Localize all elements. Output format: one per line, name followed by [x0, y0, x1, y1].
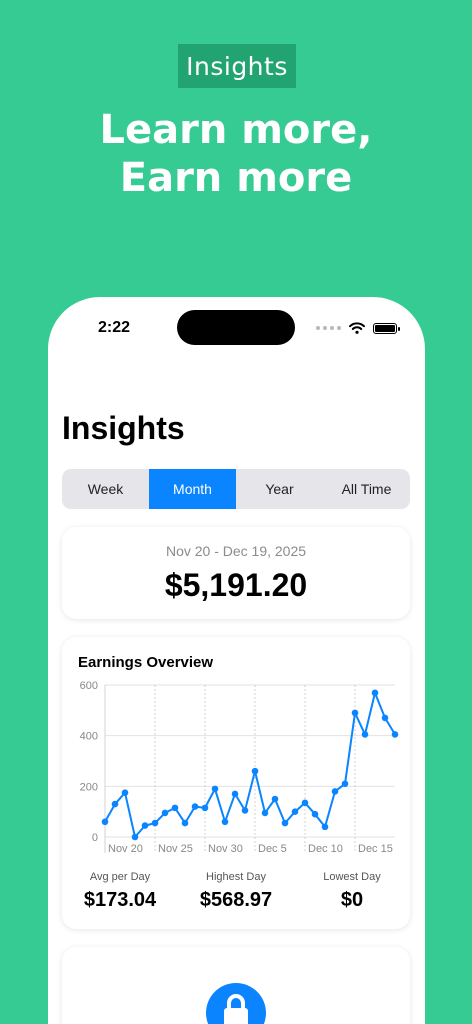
data-point [131, 833, 139, 841]
data-point [321, 823, 329, 831]
x-tick-label: Nov 30 [208, 843, 243, 855]
data-point [371, 689, 379, 697]
promo-headline: Learn more, Earn more [0, 106, 472, 202]
signal-icon [316, 326, 341, 330]
x-tick-label: Dec 5 [258, 843, 287, 855]
stat-value: $0 [340, 889, 364, 911]
data-point [291, 808, 299, 815]
data-point [341, 780, 349, 788]
data-point [251, 767, 259, 775]
data-point [121, 789, 129, 796]
data-point [311, 810, 319, 818]
y-tick-label: 0 [92, 832, 98, 844]
data-point [151, 819, 159, 827]
x-tick-label: Nov 20 [108, 843, 143, 855]
data-point [281, 819, 289, 827]
stat-value: $173.04 [83, 889, 157, 911]
wifi-icon [349, 322, 365, 334]
data-point [381, 714, 389, 722]
data-point [101, 818, 109, 826]
stat-lowest-day: Lowest Day $0 [294, 871, 410, 912]
data-point [331, 788, 339, 795]
x-tick-label: Nov 25 [158, 843, 193, 855]
x-tick-label: Dec 10 [308, 843, 343, 855]
tab-year[interactable]: Year [236, 469, 323, 509]
locked-feature-card[interactable] [62, 947, 410, 1024]
dynamic-island [177, 310, 295, 345]
data-point [351, 709, 359, 717]
headline-line-1: Learn more, [99, 107, 373, 153]
stat-label: Avg per Day [89, 871, 151, 883]
data-point [231, 790, 239, 798]
stat-highest-day: Highest Day $568.97 [178, 871, 294, 912]
stat-label: Highest Day [206, 871, 266, 883]
phone-frame: 2:22 Insights Week Month Year All Time N… [48, 297, 425, 1024]
lock-button[interactable] [206, 983, 266, 1024]
data-point [211, 785, 219, 793]
tab-week[interactable]: Week [62, 469, 149, 509]
data-point [201, 804, 209, 812]
lock-icon [224, 994, 248, 1024]
data-point [261, 809, 269, 817]
tab-month[interactable]: Month [149, 469, 236, 509]
stat-label: Lowest Day [323, 871, 381, 883]
data-point [221, 818, 229, 826]
total-earnings: $5,191.20 [164, 567, 308, 603]
earnings-series-line [104, 691, 396, 838]
status-icons [316, 321, 400, 335]
date-range: Nov 20 - Dec 19, 2025 [165, 543, 307, 559]
tab-all-time[interactable]: All Time [323, 469, 410, 509]
headline-line-2: Earn more [119, 155, 353, 201]
data-point [361, 731, 369, 738]
data-point [141, 822, 149, 829]
data-point [181, 819, 189, 827]
earnings-line-chart: 0 200 400 600 Nov 20 Nov 25 Nov 30 Dec 5 Dec 10 D… [80, 680, 399, 855]
data-point [111, 800, 119, 808]
y-tick-label: 200 [80, 781, 98, 793]
period-segmented-control: Week Month Year All Time [62, 469, 410, 509]
data-point [191, 803, 199, 810]
x-tick-label: Dec 15 [358, 843, 393, 855]
stats-row: Avg per Day $173.04 Highest Day $568.97 … [62, 871, 410, 912]
y-tick-label: 400 [80, 731, 98, 743]
stat-avg-per-day: Avg per Day $173.04 [62, 871, 178, 912]
insights-badge: Insights [178, 44, 296, 88]
status-time: 2:22 [98, 319, 131, 336]
data-point [301, 799, 309, 807]
data-point [271, 795, 279, 803]
battery-icon [373, 322, 400, 334]
earnings-overview-card: Earnings Overview 0 200 400 600 Nov 20 Nov 25… [62, 637, 410, 929]
data-point [241, 807, 249, 814]
stat-value: $568.97 [199, 889, 273, 911]
total-earnings-card: Nov 20 - Dec 19, 2025 $5,191.20 [62, 527, 410, 619]
screen-title: Insights [62, 410, 185, 446]
data-point [161, 809, 169, 817]
y-tick-label: 600 [80, 680, 98, 692]
data-point [171, 804, 179, 812]
data-point [391, 731, 399, 738]
